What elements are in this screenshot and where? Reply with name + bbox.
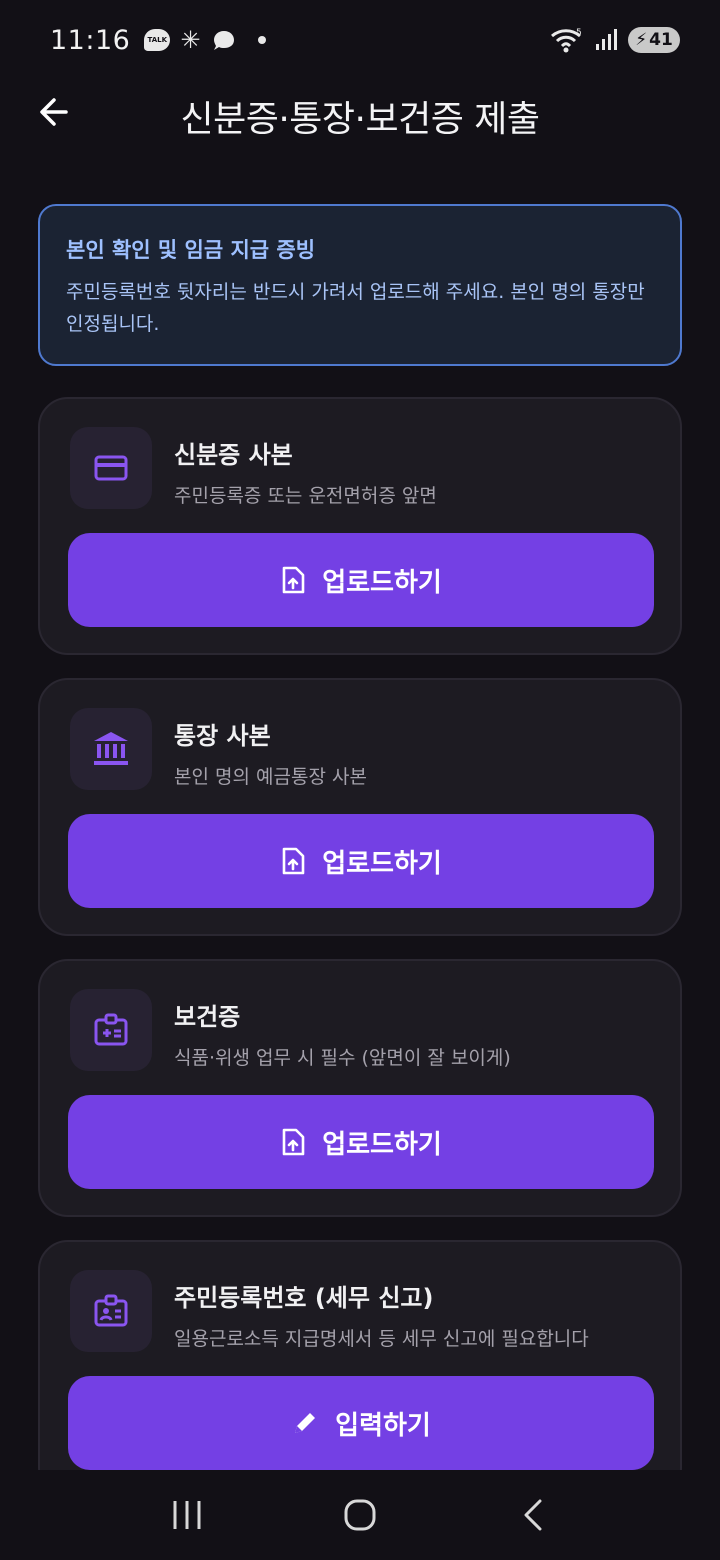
card-id-copy: 신분증 사본 주민등록증 또는 운전면허증 앞면 업로드하기 xyxy=(38,397,682,655)
card-title: 주민등록번호 (세무 신고) xyxy=(174,1284,434,1312)
upload-button-label: 업로드하기 xyxy=(322,567,442,598)
status-bar: 11:16 TALK ✳ 5 ⚡ 41 xyxy=(0,0,720,80)
status-indicators: 5 ⚡ 41 xyxy=(550,26,680,54)
wifi-icon: 5 xyxy=(551,28,582,53)
enter-resident-number-button[interactable]: 입력하기 xyxy=(68,1376,654,1470)
upload-health-certificate-button[interactable]: 업로드하기 xyxy=(68,1095,654,1189)
upload-id-button[interactable]: 업로드하기 xyxy=(68,533,654,627)
app-header: 신분증·통장·보건증 제출 xyxy=(0,80,720,150)
upload-button-label: 업로드하기 xyxy=(322,848,442,879)
card-icon-container xyxy=(70,1270,152,1352)
system-back-button[interactable] xyxy=(493,1485,573,1545)
card-description: 본인 명의 예금통장 사본 xyxy=(174,766,367,788)
upload-bankbook-button[interactable]: 업로드하기 xyxy=(68,814,654,908)
id-card-icon xyxy=(94,455,128,481)
chat-bubble-icon xyxy=(214,31,235,50)
wifi-band-label: 5 xyxy=(576,28,582,38)
system-nav-bar xyxy=(0,1470,720,1560)
card-title: 보건증 xyxy=(174,1003,241,1031)
card-icon-container xyxy=(70,989,152,1071)
status-time: 11:16 xyxy=(50,24,131,56)
home-button[interactable] xyxy=(320,1485,400,1545)
notification-icons: TALK ✳ xyxy=(144,26,267,54)
card-title: 통장 사본 xyxy=(174,722,271,750)
more-notifications-dot xyxy=(258,36,267,44)
file-upload-icon xyxy=(282,1128,305,1156)
card-resident-number: 주민등록번호 (세무 신고) 일용근로소득 지급명세서 등 세무 신고에 필요합… xyxy=(38,1240,682,1498)
health-card-icon xyxy=(94,1013,128,1046)
file-upload-icon xyxy=(282,566,305,594)
recent-apps-icon xyxy=(173,1501,201,1529)
page-title: 신분증·통장·보건증 제출 xyxy=(180,99,540,140)
chevron-left-icon xyxy=(524,1499,542,1531)
input-button-label: 입력하기 xyxy=(335,1410,431,1441)
kakaotalk-icon: TALK xyxy=(144,29,171,51)
card-title: 신분증 사본 xyxy=(174,441,293,469)
home-icon xyxy=(344,1499,376,1531)
bank-icon xyxy=(94,732,128,765)
card-description: 주민등록증 또는 운전면허증 앞면 xyxy=(174,485,437,507)
card-icon-container xyxy=(70,427,152,509)
card-description: 일용근로소득 지급명세서 등 세무 신고에 필요합니다 xyxy=(174,1328,589,1350)
charging-icon: ⚡ xyxy=(635,30,648,50)
notice-title: 본인 확인 및 임금 지급 증빙 xyxy=(66,238,316,262)
signal-icon xyxy=(596,29,617,50)
card-icon-container xyxy=(70,708,152,790)
badge-icon xyxy=(94,1294,128,1327)
notice-box: 본인 확인 및 임금 지급 증빙 주민등록번호 뒷자리는 반드시 가려서 업로드… xyxy=(38,204,682,366)
card-description: 식품·위생 업무 시 필수 (앞면이 잘 보이게) xyxy=(174,1047,511,1069)
pencil-icon xyxy=(295,1413,316,1433)
card-bankbook-copy: 통장 사본 본인 명의 예금통장 사본 업로드하기 xyxy=(38,678,682,936)
sparkle-icon: ✳ xyxy=(180,26,201,54)
battery-indicator: ⚡ 41 xyxy=(628,27,680,53)
upload-button-label: 업로드하기 xyxy=(322,1129,442,1160)
recent-apps-button[interactable] xyxy=(147,1485,227,1545)
notice-body: 주민등록번호 뒷자리는 반드시 가려서 업로드해 주세요. 본인 명의 통장만 … xyxy=(66,281,645,335)
file-upload-icon xyxy=(282,847,305,875)
battery-level: 41 xyxy=(649,30,673,50)
card-health-certificate: 보건증 식품·위생 업무 시 필수 (앞면이 잘 보이게) 업로드하기 xyxy=(38,959,682,1217)
